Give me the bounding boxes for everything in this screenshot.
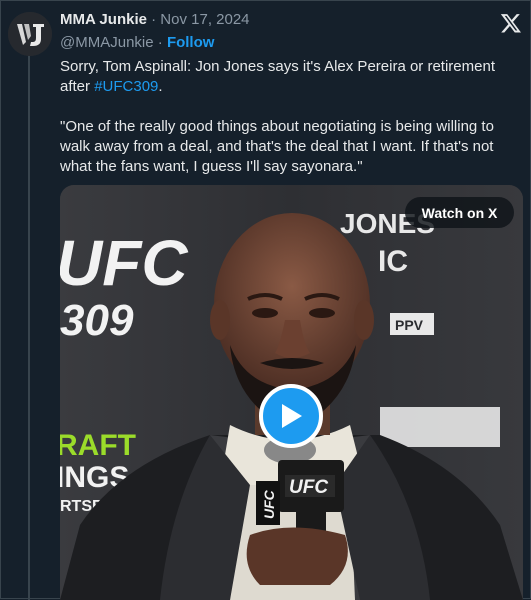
mic-flag-text: UFC [289, 477, 328, 498]
x-logo-icon[interactable] [500, 12, 522, 34]
backdrop-ufc-logo: UFC [60, 227, 188, 299]
thread-line [28, 55, 30, 600]
tweet-date[interactable]: Nov 17, 2024 [160, 11, 249, 28]
mma-junkie-logo-icon [8, 12, 52, 56]
backdrop-ic: IC [378, 245, 408, 278]
mic-side-text: UFC [261, 489, 277, 519]
watch-on-x-button[interactable]: Watch on X [405, 197, 514, 228]
separator: · [151, 11, 157, 28]
tweet-text: Sorry, Tom Aspinall: Jon Jones says it's… [60, 57, 522, 177]
follow-button[interactable]: Follow [167, 34, 215, 51]
tweet-embed-card: MMA Junkie · Nov 17, 2024 @MMAJunkie · F… [0, 0, 531, 600]
tweet-quote: "One of the really good things about neg… [60, 118, 494, 175]
author-line: MMA Junkie · Nov 17, 2024 [60, 11, 250, 31]
avatar[interactable] [8, 12, 52, 56]
handle-line: @MMAJunkie · Follow [60, 34, 214, 54]
play-button[interactable] [259, 384, 323, 448]
separator: · [157, 34, 163, 51]
backdrop-ppv: PPV [395, 317, 424, 333]
hashtag-link[interactable]: #UFC309 [94, 78, 158, 95]
author-name[interactable]: MMA Junkie [60, 11, 147, 28]
author-handle[interactable]: @MMAJunkie [60, 34, 154, 51]
backdrop-309: 309 [60, 296, 134, 345]
tweet-headline: Sorry, Tom Aspinall: Jon Jones says it's… [60, 57, 522, 97]
headline-period: . [158, 78, 163, 95]
backdrop-raft: RAFT [60, 429, 136, 462]
play-icon [282, 404, 302, 428]
